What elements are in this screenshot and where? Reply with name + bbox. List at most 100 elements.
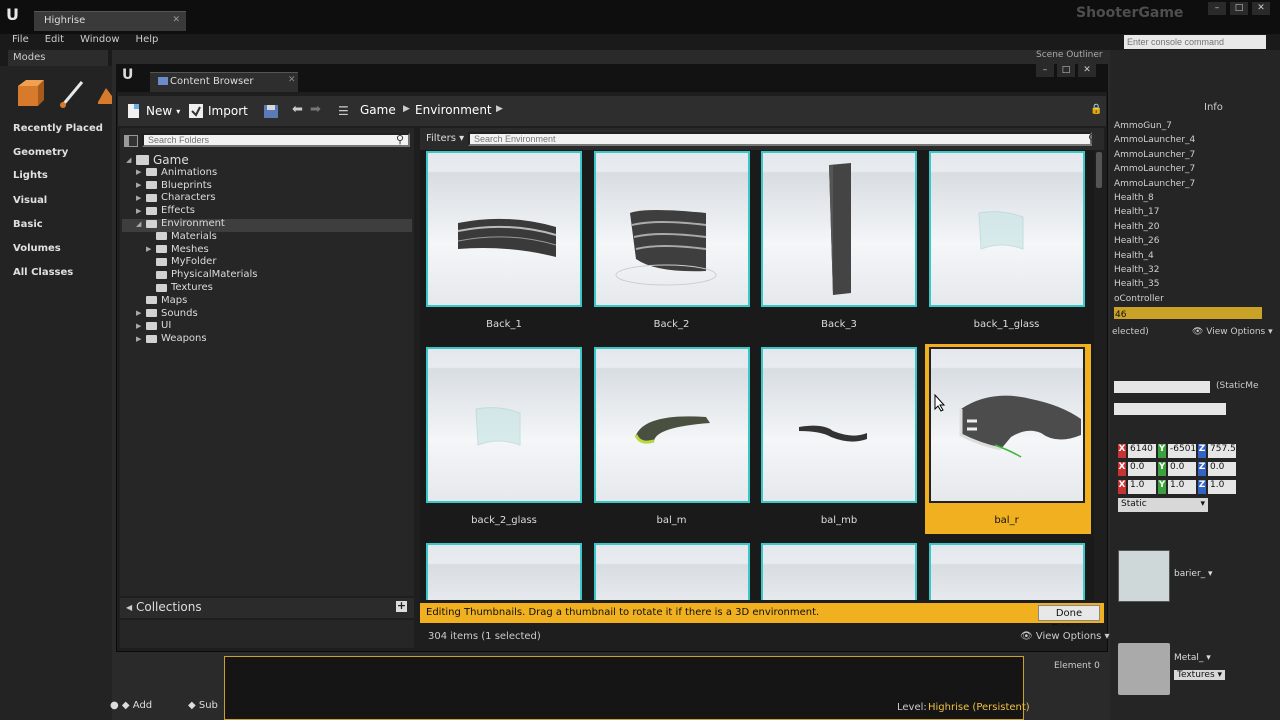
details-search-input[interactable] <box>1114 403 1226 415</box>
collapsed-arrow-icon[interactable]: ▶ <box>136 194 146 202</box>
folder-tree-item[interactable]: Materials <box>146 230 217 243</box>
asset-tile[interactable]: back_1_glass <box>925 150 1091 338</box>
folder-tree-item[interactable]: ▶ Characters <box>136 191 216 204</box>
mobility-dropdown[interactable]: Static ▾ <box>1118 498 1208 512</box>
asset-tile[interactable]: back_2_glass <box>422 344 588 534</box>
modes-tab[interactable]: Modes <box>8 50 108 66</box>
collapsed-arrow-icon[interactable]: ▶ <box>136 309 146 317</box>
asset-tile[interactable]: Back_3 <box>757 150 923 338</box>
asset-thumbnail[interactable] <box>426 543 582 600</box>
minimize-icon[interactable]: – <box>1036 64 1054 77</box>
close-icon[interactable]: ✕ <box>1078 64 1096 77</box>
close-icon[interactable]: ✕ <box>172 15 180 25</box>
search-assets-input[interactable] <box>468 132 1092 146</box>
asset-thumbnail[interactable] <box>761 151 917 307</box>
paint-mode-icon[interactable] <box>56 78 88 110</box>
maximize-icon[interactable]: □ <box>1057 64 1075 77</box>
sources-toggle-icon[interactable] <box>124 135 138 147</box>
material-dropdown[interactable]: Metal_ ▾ <box>1174 653 1211 663</box>
static-mesh-dropdown[interactable]: barier_ ▾ <box>1174 569 1213 579</box>
console-input[interactable] <box>1124 35 1266 49</box>
breadcrumb-chevron-icon[interactable]: ▶ <box>403 104 410 114</box>
folder-tree-item[interactable]: Textures <box>146 281 213 294</box>
path-picker-icon[interactable]: ☰ <box>338 104 349 118</box>
asset-thumbnail[interactable] <box>593 151 750 307</box>
subtract-button[interactable]: ◆ Sub <box>188 700 218 711</box>
done-editing-button[interactable]: Done Editing <box>1038 605 1100 634</box>
folder-tree-item[interactable]: ◢ Game <box>126 153 189 167</box>
scale-y[interactable]: 1.0 <box>1168 480 1196 494</box>
outliner-view-options[interactable]: 👁 View Options ▾ <box>1192 327 1273 337</box>
mode-lights[interactable]: Lights <box>13 170 48 181</box>
menu-window[interactable]: Window <box>80 34 119 50</box>
filters-dropdown[interactable]: Filters ▾ <box>426 133 464 144</box>
expanded-arrow-icon[interactable]: ◢ <box>136 220 146 228</box>
folder-tree-item[interactable]: MyFolder <box>146 255 216 268</box>
mode-visual[interactable]: Visual <box>13 195 47 206</box>
scale-x[interactable]: 1.0 <box>1128 480 1156 494</box>
breadcrumb-environment[interactable]: Environment <box>415 103 492 117</box>
save-all-icon[interactable] <box>262 102 280 120</box>
asset-thumbnail[interactable] <box>761 347 917 503</box>
collapsed-arrow-icon[interactable]: ▶ <box>136 181 146 189</box>
folder-tree-item[interactable]: ▶ Blueprints <box>136 179 212 192</box>
material-thumbnail[interactable] <box>1118 643 1170 695</box>
asset-tile[interactable] <box>590 540 756 600</box>
scrollbar-thumb[interactable] <box>1096 152 1102 188</box>
outliner-row[interactable]: AmmoLauncher_7 <box>1114 179 1195 189</box>
import-button[interactable]: Import <box>188 102 248 120</box>
asset-tile[interactable] <box>757 540 923 600</box>
static-mesh-thumbnail[interactable] <box>1118 550 1170 602</box>
minimize-icon[interactable]: – <box>1208 2 1226 15</box>
location-x[interactable]: 6140 <box>1128 444 1156 458</box>
outliner-row[interactable]: Health_20 <box>1114 222 1160 232</box>
lock-icon[interactable]: 🔒 <box>1090 104 1102 115</box>
close-icon[interactable]: ✕ <box>1252 2 1270 15</box>
outliner-row[interactable]: Health_17 <box>1114 207 1160 217</box>
asset-thumbnail[interactable] <box>928 543 1085 600</box>
menu-help[interactable]: Help <box>136 34 159 50</box>
asset-thumbnail[interactable] <box>593 347 750 503</box>
outliner-row[interactable]: Health_8 <box>1114 193 1154 203</box>
new-asset-button[interactable]: New ▾ <box>126 102 180 120</box>
asset-thumbnail[interactable] <box>928 347 1085 503</box>
asset-tile[interactable]: bal_mb <box>757 344 923 534</box>
mode-all-classes[interactable]: All Classes <box>13 267 73 278</box>
add-button[interactable]: ● ◆ Add <box>110 700 152 711</box>
asset-tile[interactable] <box>925 540 1091 600</box>
asset-tile[interactable] <box>422 540 588 600</box>
outliner-row[interactable]: AmmoLauncher_4 <box>1114 135 1195 145</box>
folder-tree-item[interactable]: ▶ Sounds <box>136 307 198 320</box>
asset-thumbnail[interactable] <box>593 543 750 600</box>
location-y[interactable]: -6501 <box>1168 444 1196 458</box>
rotation-z[interactable]: 0.0 <box>1208 462 1236 476</box>
rotation-y[interactable]: 0.0 <box>1168 462 1196 476</box>
breadcrumb-game[interactable]: Game <box>360 103 396 117</box>
mode-recently-placed[interactable]: Recently Placed <box>13 123 103 134</box>
asset-thumbnail[interactable] <box>761 543 917 600</box>
folder-tree-item[interactable]: ▶ Meshes <box>146 243 209 256</box>
collapsed-arrow-icon[interactable]: ▶ <box>136 322 146 330</box>
collapsed-arrow-icon[interactable]: ▶ <box>136 207 146 215</box>
landscape-mode-icon[interactable] <box>98 78 112 110</box>
menu-file[interactable]: File <box>12 34 29 50</box>
scrollbar[interactable] <box>1094 150 1104 600</box>
outliner-selected-row[interactable]: 46 <box>1114 307 1262 320</box>
actor-name-field[interactable] <box>1114 381 1210 393</box>
content-browser-tab[interactable]: Content Browser <box>150 72 298 92</box>
outliner-row[interactable]: Health_35 <box>1114 279 1160 289</box>
search-icon[interactable]: ⚲ <box>1088 132 1096 145</box>
folder-tree-item[interactable]: ▶ UI <box>136 319 171 332</box>
expanded-arrow-icon[interactable]: ◢ <box>126 156 136 164</box>
folder-tree-item[interactable]: ▶ Animations <box>136 166 217 179</box>
outliner-row[interactable]: AmmoLauncher_7 <box>1114 150 1195 160</box>
search-icon[interactable]: ⚲ <box>396 133 404 146</box>
outliner-row[interactable]: AmmoLauncher_7 <box>1114 164 1195 174</box>
asset-tile[interactable]: Back_2 <box>590 150 756 338</box>
outliner-row[interactable]: Health_4 <box>1114 251 1154 261</box>
folder-tree-item[interactable]: ▶ Effects <box>136 204 195 217</box>
scale-z[interactable]: 1.0 <box>1208 480 1236 494</box>
collapsed-arrow-icon[interactable]: ▶ <box>136 335 146 343</box>
outliner-row[interactable]: Health_26 <box>1114 236 1160 246</box>
back-arrow-icon[interactable]: ⬅ <box>292 102 303 117</box>
